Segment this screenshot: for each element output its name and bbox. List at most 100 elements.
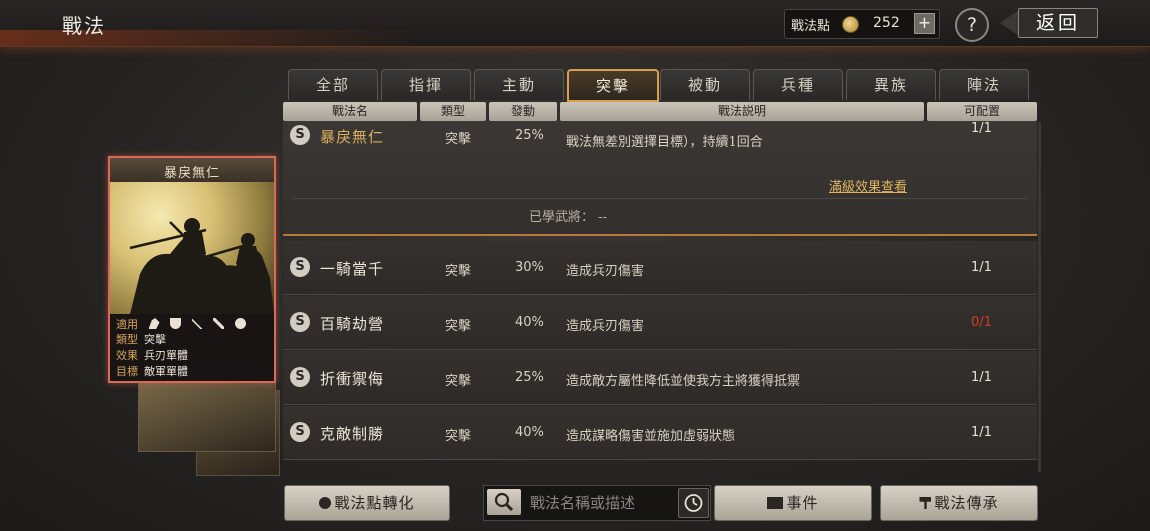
help-button[interactable]: ?	[955, 8, 989, 42]
bow-icon	[191, 318, 203, 329]
tactic-points-value: 252	[873, 15, 900, 31]
tactic-name: 暴戾無仁	[320, 128, 385, 146]
category-tabs: 全部 指揮 主動 突擊 被動 兵種 異族 陣法	[288, 69, 1036, 102]
tactic-inherit-label: 戰法傳承	[934, 494, 999, 512]
grade-badge: S	[290, 257, 310, 277]
tactic-desc: 造成謀略傷害並施加虛弱狀態	[566, 429, 736, 444]
tactic-rate: 25%	[515, 128, 544, 143]
tactic-rate: 40%	[515, 425, 544, 440]
history-button[interactable]	[678, 488, 709, 518]
tactic-name: 一騎當千	[320, 260, 385, 278]
table-row[interactable]: S 克敵制勝 突擊 40% 造成謀略傷害並施加虛弱狀態 1/1	[283, 406, 1037, 460]
page-title: 戰法	[62, 14, 106, 38]
card-back-1	[138, 376, 276, 452]
tactic-type: 突擊	[445, 429, 472, 444]
tactic-type: 突擊	[445, 374, 472, 389]
tab-formation[interactable]: 陣法	[939, 69, 1029, 100]
tactic-config: 1/1	[971, 425, 992, 440]
tactic-points-display: 戰法點 252 +	[784, 9, 940, 39]
card-label-target: 目標	[116, 365, 138, 378]
card-info: 適用 類型 突擊 效果 兵刃單體 目標 敵軍單體	[110, 314, 274, 381]
card-target-value: 敵軍單體	[144, 365, 188, 378]
convert-points-label: 戰法點轉化	[334, 494, 415, 512]
divider	[293, 198, 1027, 199]
search-box	[483, 485, 711, 521]
search-icon	[494, 492, 514, 512]
card-info-target: 目標 敵軍單體	[116, 363, 188, 379]
tab-all[interactable]: 全部	[288, 69, 378, 100]
table-row-expanded[interactable]: S 暴戾無仁 突擊 25% 戰法無差別選擇目標），持續1回合 1/1 滿級效果查…	[283, 121, 1037, 236]
tactic-desc: 戰法無差別選擇目標），持續1回合	[566, 135, 763, 150]
tactic-rate: 40%	[515, 315, 544, 330]
col-name: 戰法名	[283, 102, 417, 121]
col-rate: 發動	[489, 102, 557, 121]
tab-active[interactable]: 主動	[474, 69, 564, 100]
list-scrollbar[interactable]	[1038, 122, 1041, 472]
table-row[interactable]: S 折衝禦侮 突擊 25% 造成敵方屬性降低並使我方主將獲得抵禦 1/1	[283, 351, 1037, 405]
tactic-name: 克敵制勝	[320, 425, 385, 443]
events-label: 事件	[786, 494, 819, 512]
shield-icon	[170, 318, 181, 329]
tactic-desc: 造成兵刃傷害	[566, 319, 645, 334]
table-row[interactable]: S 一騎當千 突擊 30% 造成兵刃傷害 1/1	[283, 241, 1037, 295]
col-config: 可配置	[927, 102, 1037, 121]
tactic-config: 1/1	[971, 370, 992, 385]
tactic-desc: 造成敵方屬性降低並使我方主將獲得抵禦	[566, 374, 801, 389]
tactic-inherit-button[interactable]: 戰法傳承	[880, 485, 1038, 521]
grade-badge: S	[290, 125, 310, 145]
tactic-config: 1/1	[971, 121, 992, 136]
tactic-rate: 30%	[515, 260, 544, 275]
tactic-rate: 25%	[515, 370, 544, 385]
back-button-label: 返回	[1018, 8, 1098, 38]
tactic-name: 折衝禦侮	[320, 370, 385, 388]
hammer-icon	[919, 497, 932, 509]
tactic-name: 百騎劫營	[320, 315, 385, 333]
card-title: 暴戾無仁	[163, 166, 220, 181]
col-desc: 戰法説明	[560, 102, 924, 121]
full-effect-link[interactable]: 滿級效果查看	[829, 176, 907, 195]
table-row[interactable]: S 百騎劫營 突擊 40% 造成兵刃傷害 0/1	[283, 296, 1037, 350]
card-title-bar: 暴戾無仁	[110, 158, 274, 183]
add-points-button[interactable]: +	[914, 13, 935, 34]
search-button[interactable]	[487, 489, 521, 515]
card-label-effect: 效果	[116, 349, 138, 362]
tab-command[interactable]: 指揮	[381, 69, 471, 100]
card-art	[110, 182, 274, 314]
tab-passive[interactable]: 被動	[660, 69, 750, 100]
table-header: 戰法名 類型 發動 戰法説明 可配置	[283, 102, 1037, 121]
tactic-config: 0/1	[971, 315, 992, 330]
cavalry-art	[129, 218, 274, 314]
grade-badge: S	[290, 422, 310, 442]
tactic-list[interactable]: S 暴戾無仁 突擊 25% 戰法無差別選擇目標），持續1回合 1/1 滿級效果查…	[283, 121, 1037, 473]
grade-badge: S	[290, 367, 310, 387]
card-label-type: 類型	[116, 333, 138, 346]
coin-icon	[842, 16, 859, 33]
back-button[interactable]: 返回	[1000, 8, 1098, 38]
spear-icon	[213, 318, 224, 329]
card-info-effect: 效果 兵刃單體	[116, 347, 188, 363]
tactic-desc: 造成兵刃傷害	[566, 264, 645, 279]
events-button[interactable]: 事件	[714, 485, 872, 521]
tactic-config: 1/1	[971, 260, 992, 275]
tactic-type: 突擊	[445, 132, 472, 147]
tactic-type: 突擊	[445, 319, 472, 334]
convert-points-button[interactable]: 戰法點轉化	[284, 485, 450, 521]
tab-foreign[interactable]: 異族	[846, 69, 936, 100]
search-input[interactable]	[528, 490, 672, 516]
top-bar: 戰法 戰法點 252 + ? 返回	[0, 0, 1150, 47]
cavalry-icon	[148, 318, 160, 329]
tactic-type: 突擊	[445, 264, 472, 279]
card-effect-value: 兵刃單體	[144, 349, 188, 362]
tactic-points-label: 戰法點	[791, 19, 831, 34]
card-label-applicable: 適用	[116, 318, 138, 331]
convert-icon	[319, 497, 332, 509]
card-info-type: 類型 突擊	[116, 331, 166, 347]
learned-generals: 已學武將： --	[529, 210, 607, 225]
events-icon	[767, 497, 784, 509]
tab-troop[interactable]: 兵種	[753, 69, 843, 100]
wheel-icon	[234, 318, 246, 329]
tab-assault[interactable]: 突擊	[567, 69, 659, 102]
col-type: 類型	[420, 102, 486, 121]
card-info-units: 適用	[116, 316, 246, 332]
clock-icon	[684, 494, 703, 512]
